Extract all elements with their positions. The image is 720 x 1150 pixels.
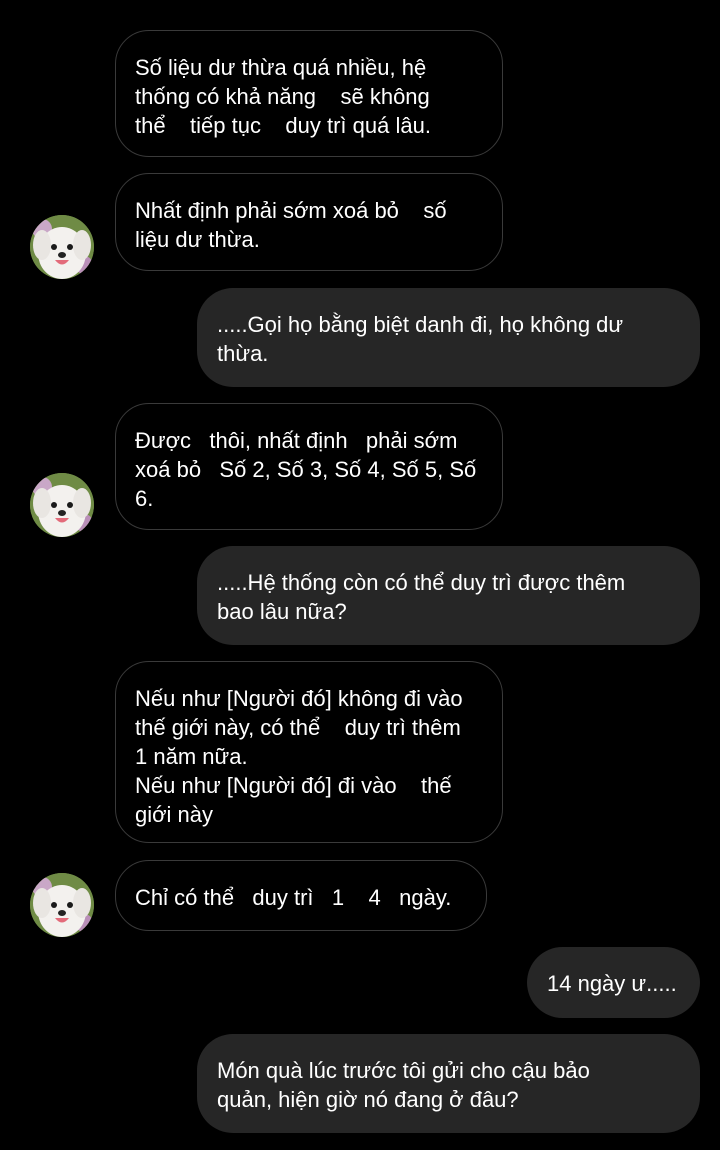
received-message[interactable]: Được thôi, nhất định phải sớm xoá bỏ Số …	[115, 403, 503, 530]
dog-avatar-icon[interactable]	[30, 873, 94, 937]
sent-message[interactable]: .....Hệ thống còn có thể duy trì được th…	[197, 546, 700, 645]
chat-thread: Số liệu dư thừa quá nhiều, hệ thống có k…	[0, 0, 720, 1150]
dog-avatar-icon[interactable]	[30, 215, 94, 279]
received-message[interactable]: Nhất định phải sớm xoá bỏ số liệu dư thừ…	[115, 173, 503, 271]
received-message[interactable]: Số liệu dư thừa quá nhiều, hệ thống có k…	[115, 30, 503, 157]
dog-avatar-icon[interactable]	[30, 473, 94, 537]
sent-message[interactable]: Món quà lúc trước tôi gửi cho cậu bảo qu…	[197, 1034, 700, 1133]
received-message[interactable]: Chỉ có thể duy trì 1 4 ngày.	[115, 860, 487, 931]
sent-message[interactable]: .....Gọi họ bằng biệt danh đi, họ không …	[197, 288, 700, 387]
sent-message[interactable]: 14 ngày ư.....	[527, 947, 700, 1018]
received-message[interactable]: Nếu như [Người đó] không đi vào thế giới…	[115, 661, 503, 843]
